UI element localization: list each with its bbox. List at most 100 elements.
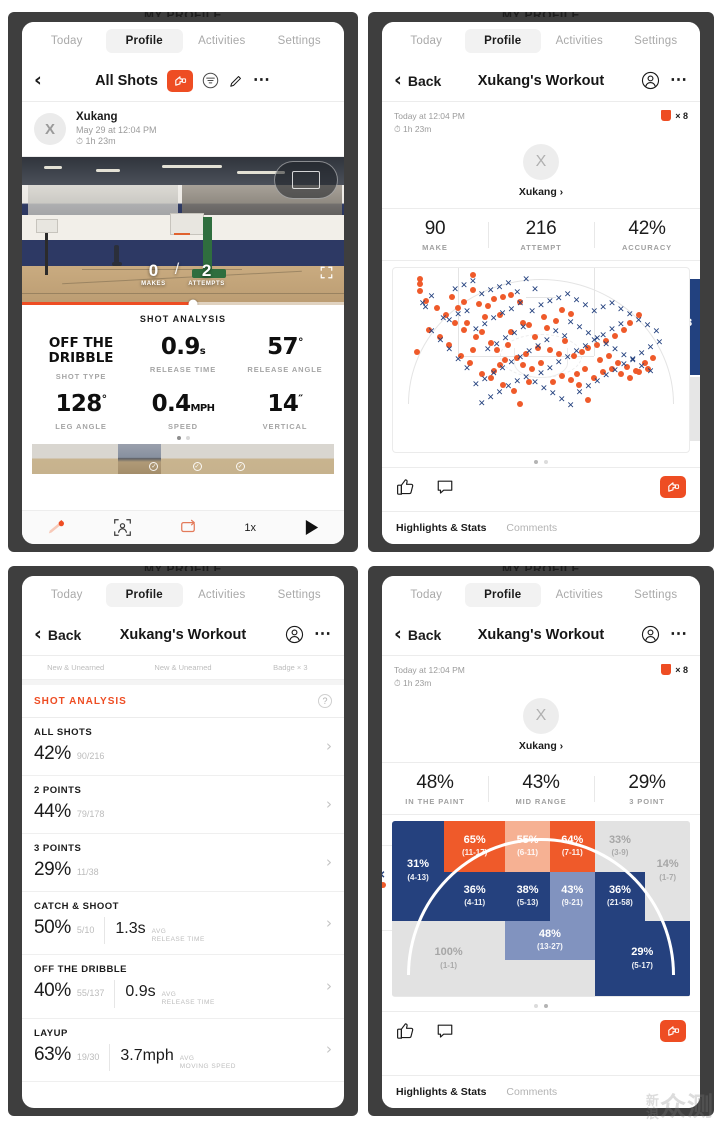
tab-today[interactable]: Today — [388, 29, 465, 53]
chevron-left-icon[interactable]: ‹ — [34, 625, 42, 644]
tab-profile[interactable]: Profile — [464, 583, 541, 607]
profile-block[interactable]: X Xukang › — [382, 694, 700, 763]
court-minimap[interactable] — [274, 161, 338, 199]
tab-today[interactable]: Today — [388, 583, 465, 607]
tab-profile[interactable]: Profile — [105, 583, 183, 607]
footer-tab-comments[interactable]: Comments — [506, 522, 557, 534]
chevron-left-icon[interactable]: ‹ — [394, 71, 402, 90]
tab-activities[interactable]: Activities — [183, 583, 261, 607]
heatmap-zone-low-paint[interactable] — [505, 959, 595, 997]
tab-settings[interactable]: Settings — [618, 583, 695, 607]
footer-tab-highlights[interactable]: Highlights & Stats — [396, 522, 486, 534]
pencil-icon[interactable] — [228, 73, 244, 89]
badge-group[interactable]: × 8 — [661, 110, 688, 121]
tab-settings[interactable]: Settings — [261, 29, 339, 53]
expand-icon[interactable] — [319, 265, 334, 285]
video-player[interactable]: 0 MAKES / 2 ATTEMPTS — [22, 157, 344, 305]
back-button-label[interactable]: Back — [408, 73, 441, 89]
heatmap-zone-left-paint-mid[interactable]: 38% (5-13) — [505, 871, 550, 921]
ellipsis-icon[interactable]: ⋯ — [670, 71, 688, 88]
back-button-label[interactable]: Back — [408, 627, 441, 643]
chevron-right-icon[interactable]: › — [326, 977, 332, 995]
ellipsis-icon[interactable]: ⋯ — [670, 625, 688, 642]
chevron-left-icon[interactable]: ‹ — [394, 625, 402, 644]
filmstrip-cell[interactable] — [32, 444, 76, 475]
progress-knob[interactable] — [188, 299, 198, 305]
page-dot-1[interactable] — [176, 436, 181, 441]
account-circle-icon[interactable] — [641, 625, 660, 644]
playback-speed[interactable]: 1x — [244, 522, 256, 534]
shot-chart-court[interactable]: ✕ ✕ ✕ ✕ ✕ ✕ ✕ ✕ ✕ ✕ ✕ ✕ ✕ ✕ ✕ ✕ ✕ ✕ ✕ ✕ ✕ ✕ ✕ ✕ ✕ ✕ ✕ ✕ ✕ ✕ ✕ ✕ ✕ ✕ ✕ ✕ ✕ ✕ ✕ ✕… — [392, 266, 690, 453]
list-item-2-points[interactable]: 2 POINTS 44% 79/178 › — [22, 776, 344, 834]
profile-block[interactable]: X Xukang › — [382, 140, 700, 209]
workout-user-row[interactable]: X Xukang May 29 at 12:04 PM ⏱ 1h 23m — [22, 102, 344, 157]
tab-profile[interactable]: Profile — [464, 29, 541, 53]
person-focus-icon[interactable] — [113, 518, 132, 537]
heatmap-zone-top-of-key-3[interactable]: 33% (3-9) — [594, 820, 646, 872]
loop-icon[interactable] — [179, 519, 197, 536]
heatmap-zone-left-baseline[interactable]: 100% (1-1) — [392, 920, 506, 997]
tab-activities[interactable]: Activities — [183, 29, 261, 53]
tab-profile[interactable]: Profile — [105, 29, 183, 53]
list-item-all-shots[interactable]: ALL SHOTS 42% 90/216 › — [22, 718, 344, 776]
back-button-label[interactable]: Back — [48, 627, 81, 643]
ellipsis-icon[interactable]: ⋯ — [314, 625, 332, 642]
list-item-catch-and-shoot[interactable]: CATCH & SHOOT 50% 5/10 1.3s AVG RELEASE … — [22, 892, 344, 956]
filmstrip-cell[interactable] — [75, 444, 119, 475]
chevron-right-icon[interactable]: › — [326, 1040, 332, 1058]
carousel-dot-2[interactable] — [544, 459, 548, 464]
footer-tab-comments[interactable]: Comments — [506, 1086, 557, 1098]
chevron-right-icon[interactable]: › — [326, 914, 332, 932]
carousel-dot-1[interactable] — [534, 459, 538, 464]
badge-group[interactable]: × 8 — [661, 664, 688, 675]
filmstrip-cell[interactable] — [247, 444, 291, 475]
heatmap-zone-left-elbow[interactable]: 55% (6-11) — [505, 820, 550, 872]
tab-activities[interactable]: Activities — [541, 29, 618, 53]
chevron-right-icon[interactable]: › — [326, 795, 332, 813]
account-circle-icon[interactable] — [285, 625, 304, 644]
tab-today[interactable]: Today — [28, 583, 106, 607]
heatmap-zone-left-wing-mid[interactable]: 65% (11-17) — [444, 820, 506, 872]
filter-icon[interactable] — [202, 72, 219, 89]
list-item-layup[interactable]: LAYUP 63% 19/30 3.7mph AVG MOVING SPEED … — [22, 1019, 344, 1082]
chevron-right-icon[interactable]: › — [326, 853, 332, 871]
heatmap-zone-left-corner-3[interactable]: 31% (4-13) — [392, 820, 445, 921]
heatmap-zone-right-corner-3[interactable]: 29% (5-17) — [594, 920, 690, 997]
tab-today[interactable]: Today — [28, 29, 106, 53]
profile-name[interactable]: Xukang › — [382, 186, 700, 198]
share-video-icon[interactable] — [660, 1019, 686, 1042]
list-item-off-the-dribble[interactable]: OFF THE DRIBBLE 40% 55/137 0.9s AVG RELE… — [22, 955, 344, 1019]
question-mark-icon[interactable]: ? — [318, 694, 332, 708]
play-icon[interactable] — [303, 519, 320, 536]
filmstrip-cell[interactable]: ✓ — [204, 444, 248, 475]
clip-filmstrip[interactable]: ✓ ✓ ✓ — [32, 444, 334, 475]
carousel-dot-2[interactable] — [544, 1003, 548, 1008]
shot-chart-carousel[interactable]: 3 ( ✕✕✕✕✕✕✕✕✕✕✕✕✕✕✕✕✕✕✕✕✕✕✕✕✕✕✕✕✕✕✕✕✕✕✕✕… — [382, 261, 700, 453]
video-progress-bar[interactable] — [22, 299, 344, 305]
heatmap-zone-left-block[interactable]: 36% (4-11) — [444, 871, 506, 921]
tab-activities[interactable]: Activities — [541, 583, 618, 607]
list-item-3-points[interactable]: 3 POINTS 29% 11/38 › — [22, 834, 344, 892]
comment-bubble-icon[interactable] — [436, 478, 454, 496]
thumbs-up-icon[interactable] — [396, 1022, 414, 1040]
filmstrip-cell[interactable]: ✓ — [161, 444, 205, 475]
pen-marker-icon[interactable] — [46, 519, 66, 536]
carousel-dot-1[interactable] — [534, 1003, 538, 1008]
zone-heatmap-carousel[interactable]: ✕ ✕ 31%(4-13) 65% (11-17) 55% (6-11) 64% (7-11… — [382, 815, 700, 997]
heatmap-zone-right-wing-3[interactable]: 14% (1-7) — [645, 820, 690, 921]
ellipsis-icon[interactable]: ⋯ — [253, 71, 271, 88]
profile-name[interactable]: Xukang › — [382, 740, 700, 752]
thumbs-up-icon[interactable] — [396, 478, 414, 496]
heatmap-zone-right-elbow[interactable]: 64% (7-11) — [549, 820, 595, 872]
heatmap-zone-restricted-area[interactable]: 48% (13-27) — [505, 920, 595, 960]
tab-settings[interactable]: Settings — [618, 29, 695, 53]
filmstrip-cell-selected[interactable]: ✓ — [118, 444, 162, 475]
footer-tab-highlights[interactable]: Highlights & Stats — [396, 1086, 486, 1098]
tab-settings[interactable]: Settings — [261, 583, 339, 607]
filmstrip-cell[interactable] — [290, 444, 334, 475]
share-video-icon[interactable] — [660, 475, 686, 498]
share-video-icon[interactable] — [166, 69, 193, 92]
page-dot-2[interactable] — [185, 436, 190, 441]
chevron-right-icon[interactable]: › — [326, 737, 332, 755]
comment-bubble-icon[interactable] — [436, 1022, 454, 1040]
